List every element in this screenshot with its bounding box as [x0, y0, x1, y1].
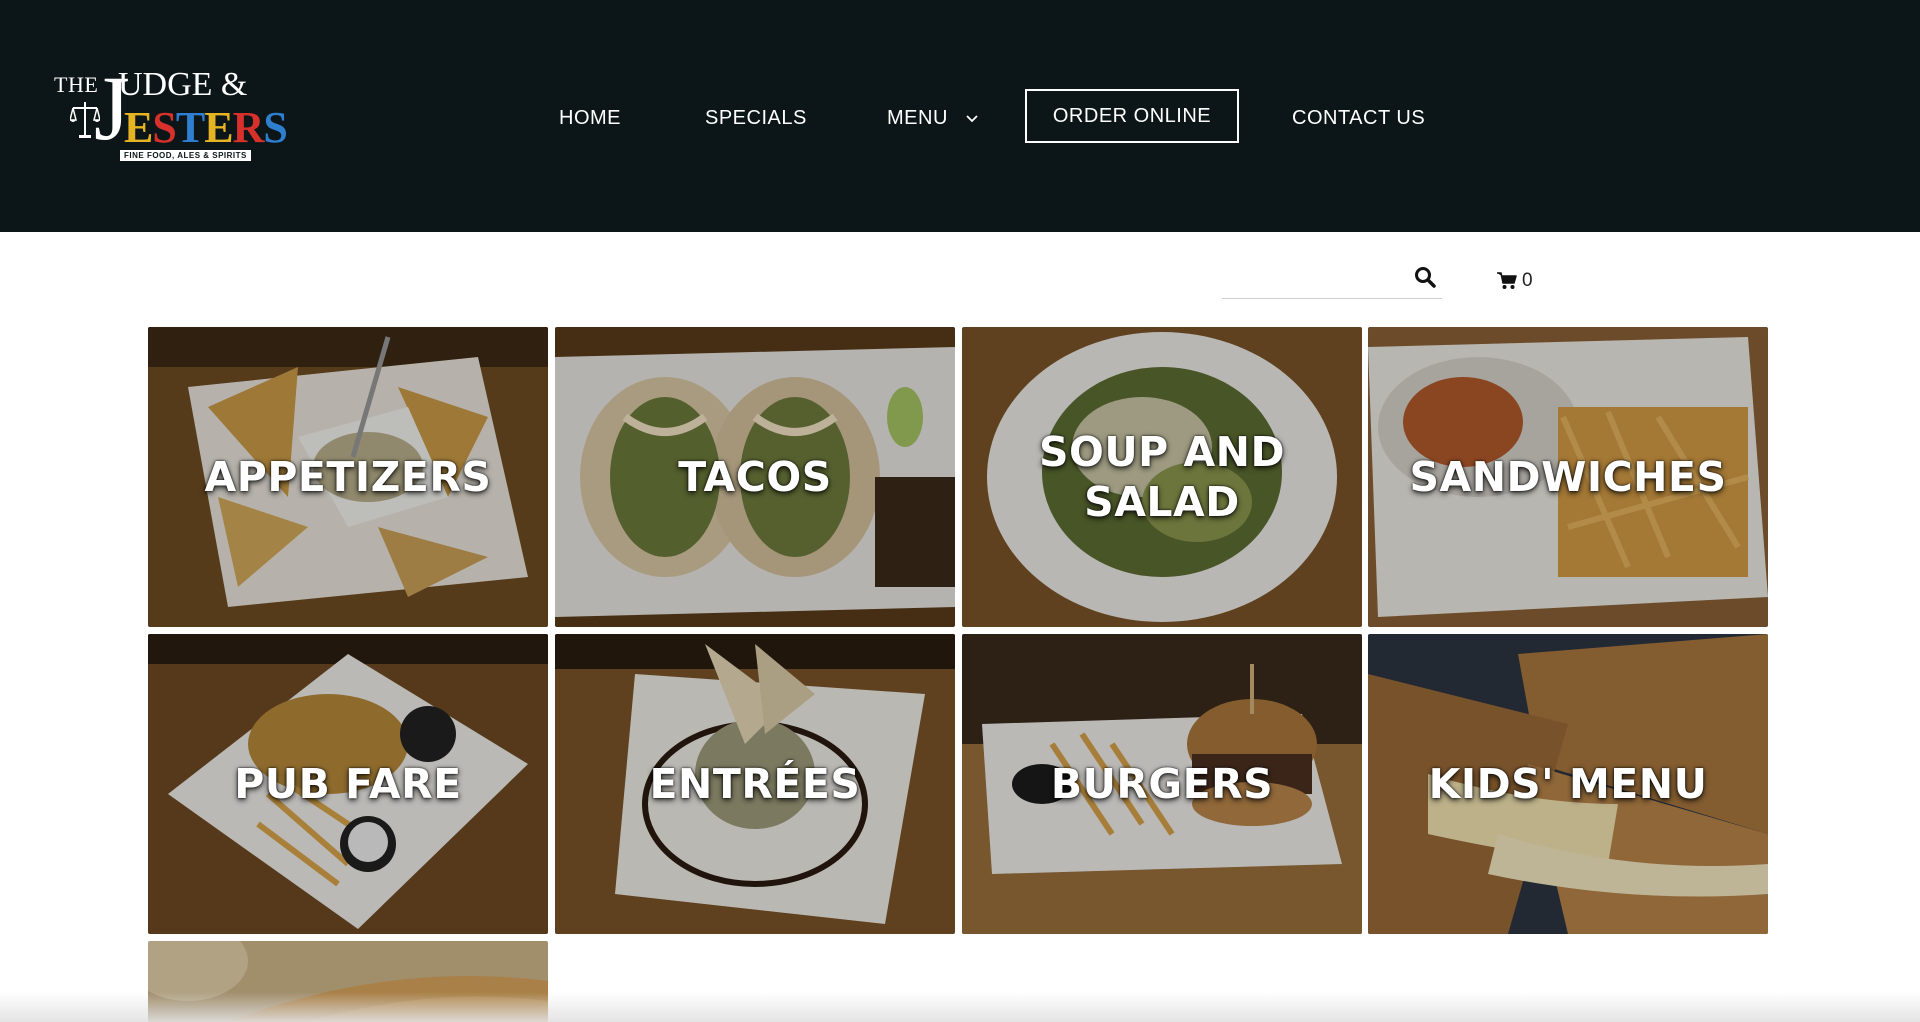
- nav-home[interactable]: HOME: [559, 107, 621, 130]
- category-label: BURGERS: [1050, 760, 1274, 808]
- bottom-fade: [0, 992, 1920, 1022]
- logo-jester-text: ESTERS: [124, 103, 288, 152]
- search-bar: [1222, 260, 1442, 299]
- site-header: THE J UDGE & ESTERS FINE FOOD, ALES & SP…: [0, 0, 1920, 232]
- search-icon[interactable]: [1414, 266, 1436, 288]
- chevron-down-icon: [966, 115, 978, 122]
- search-input[interactable]: [1222, 260, 1406, 298]
- category-label: TACOS: [678, 453, 832, 501]
- category-tile-entrees[interactable]: ENTRÉES: [555, 634, 955, 934]
- order-online-button[interactable]: ORDER ONLINE: [1025, 89, 1239, 143]
- category-label: KIDS' MENU: [1428, 760, 1708, 808]
- nav-contact-us[interactable]: CONTACT US: [1292, 107, 1425, 130]
- logo-the-text: THE: [54, 72, 99, 97]
- cart-count: 0: [1522, 270, 1533, 291]
- category-tile-pub-fare[interactable]: PUB FARE: [148, 634, 548, 934]
- category-tile-burgers[interactable]: BURGERS: [962, 634, 1362, 934]
- nav-specials[interactable]: SPECIALS: [705, 107, 807, 130]
- category-tile-sandwiches[interactable]: SANDWICHES: [1368, 327, 1768, 627]
- logo-judge-text: UDGE &: [118, 66, 248, 103]
- category-tile-tacos[interactable]: TACOS: [555, 327, 955, 627]
- category-label: ENTRÉES: [649, 760, 861, 808]
- category-tile-appetizers[interactable]: APPETIZERS: [148, 327, 548, 627]
- nav-menu[interactable]: MENU: [887, 107, 978, 130]
- category-label: SOUP AND SALAD: [1038, 428, 1286, 526]
- category-label: SANDWICHES: [1409, 453, 1727, 501]
- logo-tagline: FINE FOOD, ALES & SPIRITS: [120, 150, 251, 161]
- cart-icon: [1497, 272, 1517, 289]
- site-logo[interactable]: THE J UDGE & ESTERS FINE FOOD, ALES & SP…: [54, 62, 288, 170]
- category-tile-soup-and-salad[interactable]: SOUP AND SALAD: [962, 327, 1362, 627]
- category-label: APPETIZERS: [204, 453, 492, 501]
- cart-link[interactable]: 0: [1497, 270, 1533, 292]
- nav-menu-label: MENU: [887, 107, 948, 129]
- category-tile-kids-menu[interactable]: KIDS' MENU: [1368, 634, 1768, 934]
- category-label: PUB FARE: [234, 760, 462, 808]
